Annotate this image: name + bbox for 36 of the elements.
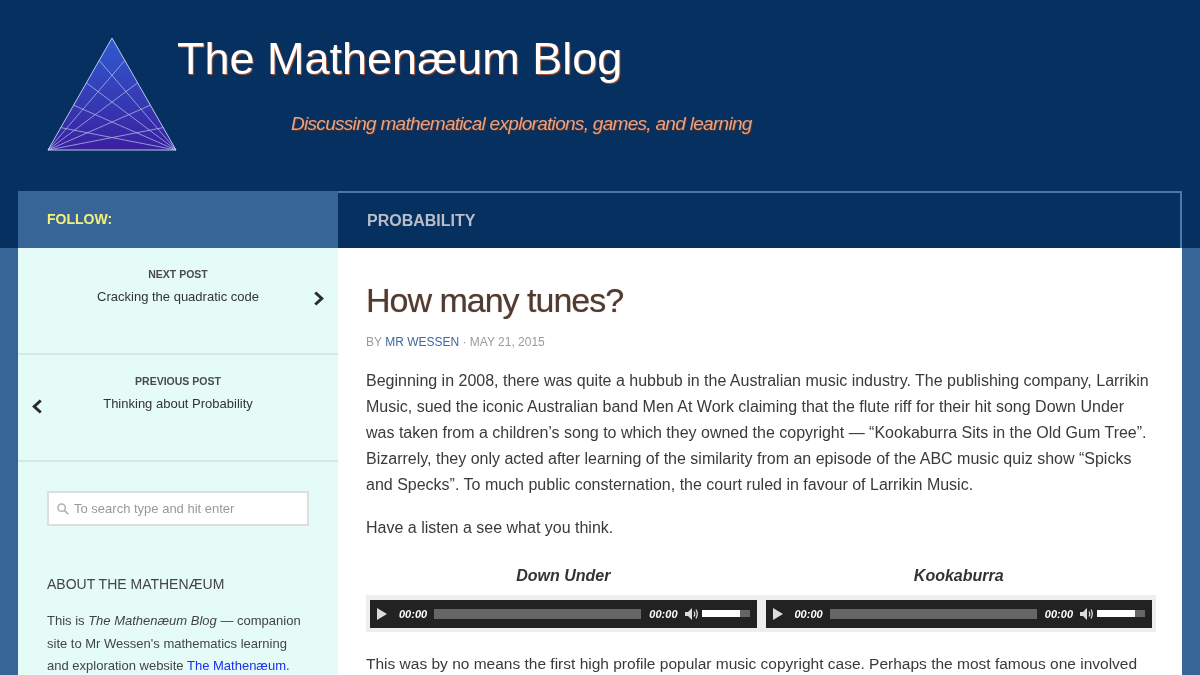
volume-track[interactable] bbox=[701, 610, 750, 617]
audio-title: Down Under bbox=[516, 566, 611, 586]
volume-icon[interactable] bbox=[684, 607, 699, 620]
about-text: This is The Mathenæum Blog — companion site to Mr Wessen's mathematics learning and exploration website The Mathenæum. bbox=[47, 612, 302, 675]
post-paragraph: Have a listen a see what you think. bbox=[366, 518, 615, 538]
about-heading: ABOUT THE MATHENÆUM bbox=[47, 575, 226, 593]
play-button[interactable] bbox=[772, 607, 783, 620]
site-tagline: Discussing mathematical explorations, games, and learning bbox=[291, 112, 752, 136]
search-icon bbox=[57, 503, 69, 515]
current-time: 00:00 bbox=[399, 606, 428, 621]
post-title: How many tunes? bbox=[366, 280, 625, 321]
post-nav-label: NEXT POST bbox=[148, 267, 208, 281]
post-meta: BY MR WESSEN · MAY 21, 2015 bbox=[366, 334, 546, 351]
category-link[interactable]: PROBABILITY bbox=[367, 208, 476, 233]
play-button[interactable] bbox=[377, 607, 387, 620]
post-nav-label: PREVIOUS POST bbox=[135, 374, 221, 388]
volume-track[interactable] bbox=[1097, 610, 1145, 617]
audio-title: Kookaburra bbox=[913, 566, 1004, 586]
chevron-left-icon[interactable] bbox=[32, 399, 43, 414]
post-paragraph: Beginning in 2008, there was quite a hubbub in the Australian music industry. The publishing company, Larrikin Music, sued the iconic Australian band Men At Work claiming that the flute riff for their hit song Down Under was taken from a children’s song to which they owned the copyright — “Kookaburra Sits in the Old Gum Tree”. Bizarrely, they only acted after learning of the similarity from an episode of the ABC music quiz show “Spicks and Specks”. To much public consternation, the court ruled in favour of Larrikin Music. bbox=[366, 371, 1150, 495]
search-field[interactable]: To search type and hit enter bbox=[47, 491, 309, 526]
progress-track[interactable] bbox=[434, 608, 642, 619]
chevron-right-icon[interactable] bbox=[313, 291, 324, 306]
post-nav-link[interactable]: Cracking the quadratic code bbox=[97, 288, 259, 306]
current-time: 00:00 bbox=[794, 606, 823, 621]
post-paragraph: This was by no means the first high profile popular music copyright case. Perhaps the most famous one involved bbox=[366, 654, 1139, 674]
duration-time: 00:00 bbox=[1044, 606, 1073, 621]
follow-label: FOLLOW: bbox=[47, 210, 113, 229]
progress-track[interactable] bbox=[829, 608, 1037, 619]
post-nav-link[interactable]: Thinking about Probability bbox=[103, 395, 253, 413]
volume-icon[interactable] bbox=[1080, 607, 1094, 620]
site-title[interactable]: The Mathenæum Blog bbox=[177, 31, 623, 87]
author-link[interactable]: MR WESSEN bbox=[385, 335, 460, 349]
triangle-logo[interactable] bbox=[47, 37, 177, 151]
duration-time: 00:00 bbox=[649, 606, 678, 621]
site-link[interactable]: The Mathenæum bbox=[187, 658, 286, 673]
